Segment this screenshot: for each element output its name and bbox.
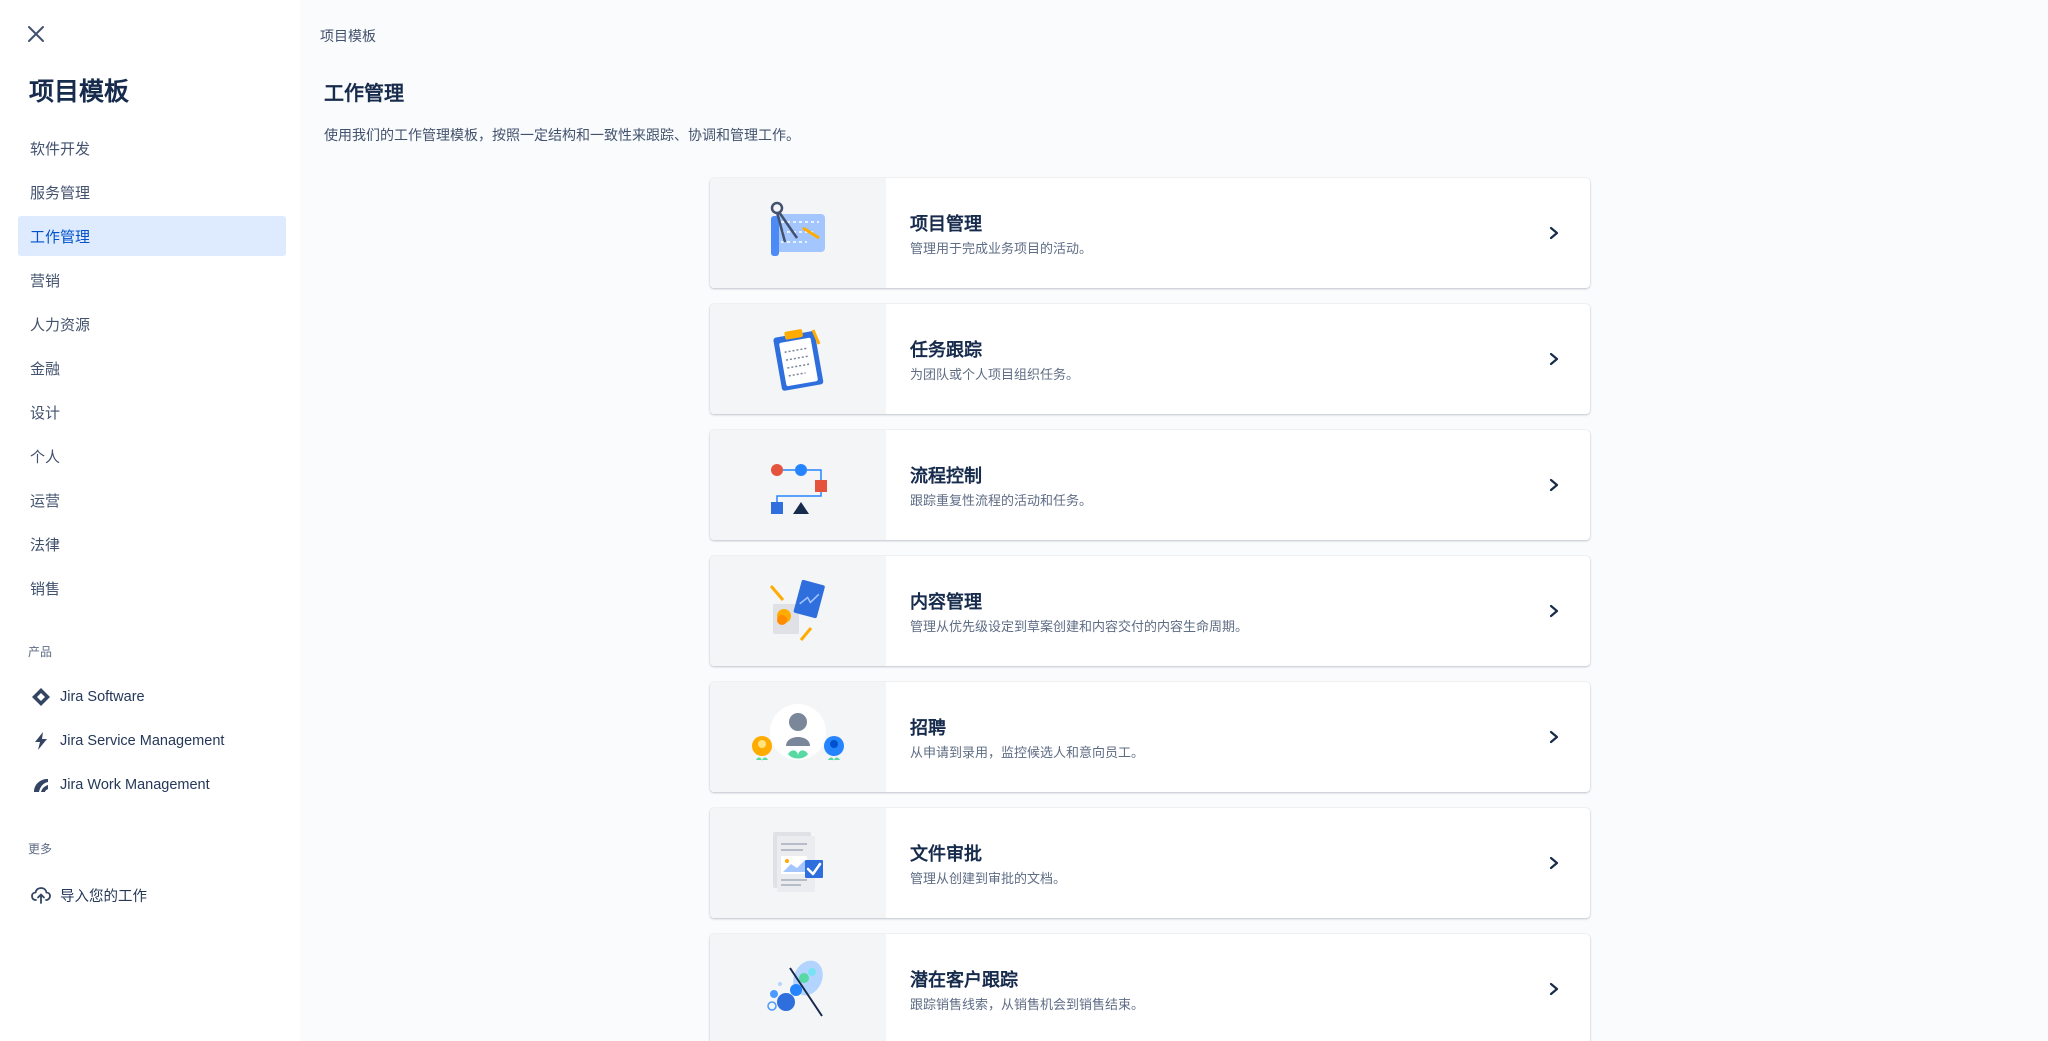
- card-description: 从申请到录用，监控候选人和意向员工。: [910, 745, 1145, 760]
- card-title: 潜在客户跟踪: [910, 970, 1018, 990]
- card-thumbnail: [710, 682, 886, 792]
- template-card-recruiting[interactable]: 招聘 从申请到录用，监控候选人和意向员工。: [710, 682, 1590, 792]
- card-thumbnail: [710, 178, 886, 288]
- template-card-process-control[interactable]: 流程控制 跟踪重复性流程的活动和任务。: [710, 430, 1590, 540]
- sidebar: 项目模板 软件开发 服务管理 工作管理 营销 人力资源 金融 设计 个人 运营 …: [0, 0, 300, 1041]
- nav-item-work-management[interactable]: 工作管理: [18, 216, 286, 256]
- card-description: 跟踪销售线索，从销售机会到销售结束。: [910, 997, 1145, 1012]
- nav-item-service-management[interactable]: 服务管理: [18, 172, 286, 212]
- card-description: 跟踪重复性流程的活动和任务。: [910, 493, 1093, 508]
- product-label: Jira Service Management: [60, 733, 225, 749]
- chevron-right-icon: [1544, 727, 1564, 747]
- chevron-right-icon: [1544, 223, 1564, 243]
- template-card-task-tracking[interactable]: 任务跟踪 为团队或个人项目组织任务。: [710, 304, 1590, 414]
- card-thumbnail: [710, 430, 886, 540]
- template-card-content-management[interactable]: 内容管理 管理从优先级设定到草案创建和内容交付的内容生命周期。: [710, 556, 1590, 666]
- clipboard-icon: [773, 329, 824, 391]
- chevron-right-icon: [1544, 349, 1564, 369]
- nav-item-legal[interactable]: 法律: [18, 524, 286, 564]
- lead-tracking-icon: [767, 960, 823, 1017]
- card-thumbnail: [710, 808, 886, 918]
- jira-work-management-icon: [30, 774, 52, 796]
- card-thumbnail: [710, 304, 886, 414]
- template-card-project-management[interactable]: 项目管理 管理用于完成业务项目的活动。: [710, 178, 1590, 288]
- nav-item-software-development[interactable]: 软件开发: [18, 128, 286, 168]
- page-description: 使用我们的工作管理模板，按照一定结构和一致性来跟踪、协调和管理工作。: [324, 127, 800, 143]
- sidebar-title: 项目模板: [29, 78, 130, 106]
- card-title: 文件审批: [910, 844, 982, 864]
- nav-item-human-resources[interactable]: 人力资源: [18, 304, 286, 344]
- card-title: 任务跟踪: [910, 340, 982, 360]
- product-jira-software[interactable]: Jira Software: [18, 677, 286, 717]
- card-description: 为团队或个人项目组织任务。: [910, 367, 1080, 382]
- product-label: Jira Work Management: [60, 777, 210, 793]
- import-work-button[interactable]: 导入您的工作: [18, 875, 286, 915]
- card-description: 管理用于完成业务项目的活动。: [910, 241, 1093, 256]
- close-button[interactable]: [22, 20, 50, 48]
- cloud-upload-icon: [30, 884, 52, 906]
- chevron-right-icon: [1544, 853, 1564, 873]
- import-work-label: 导入您的工作: [60, 888, 147, 905]
- product-jira-work-management[interactable]: Jira Work Management: [18, 765, 286, 805]
- nav-item-sales[interactable]: 销售: [18, 568, 286, 608]
- chevron-right-icon: [1544, 601, 1564, 621]
- card-title: 流程控制: [910, 466, 982, 486]
- nav-item-personal[interactable]: 个人: [18, 436, 286, 476]
- product-jira-service-management[interactable]: Jira Service Management: [18, 721, 286, 761]
- nav-item-marketing[interactable]: 营销: [18, 260, 286, 300]
- chevron-right-icon: [1544, 979, 1564, 999]
- card-title: 项目管理: [910, 214, 982, 234]
- card-title: 内容管理: [910, 592, 982, 612]
- products-section-label: 产品: [28, 645, 53, 659]
- card-thumbnail: [710, 556, 886, 666]
- main-content: 项目模板 工作管理 使用我们的工作管理模板，按照一定结构和一致性来跟踪、协调和管…: [300, 0, 2048, 1041]
- jira-software-icon: [30, 686, 52, 708]
- nav-item-design[interactable]: 设计: [18, 392, 286, 432]
- jira-service-management-icon: [30, 730, 52, 752]
- close-icon: [28, 26, 44, 42]
- content-icon: [769, 579, 825, 641]
- product-label: Jira Software: [60, 689, 145, 705]
- nav-item-finance[interactable]: 金融: [18, 348, 286, 388]
- template-card-lead-tracking[interactable]: 潜在客户跟踪 跟踪销售线索，从销售机会到销售结束。: [710, 934, 1590, 1041]
- card-description: 管理从创建到审批的文档。: [910, 871, 1067, 886]
- blueprint-icon: [770, 201, 825, 256]
- chevron-right-icon: [1544, 475, 1564, 495]
- breadcrumb[interactable]: 项目模板: [320, 26, 376, 46]
- nav-item-operations[interactable]: 运营: [18, 480, 286, 520]
- card-thumbnail: [710, 934, 886, 1041]
- flowchart-icon: [771, 464, 827, 514]
- recruiting-icon: [752, 704, 844, 762]
- document-approval-icon: [773, 832, 823, 892]
- page-title: 工作管理: [324, 83, 404, 105]
- template-card-document-approval[interactable]: 文件审批 管理从创建到审批的文档。: [710, 808, 1590, 918]
- card-description: 管理从优先级设定到草案创建和内容交付的内容生命周期。: [910, 619, 1249, 634]
- card-title: 招聘: [910, 718, 946, 738]
- more-section-label: 更多: [28, 842, 53, 856]
